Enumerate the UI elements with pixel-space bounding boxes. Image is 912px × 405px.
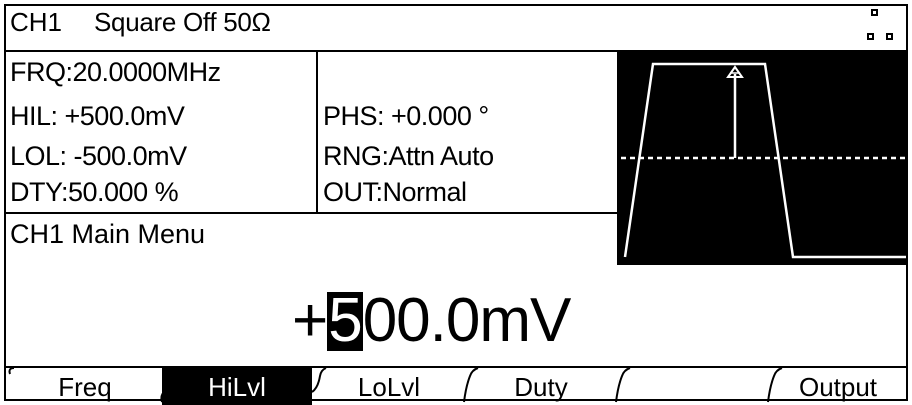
value-entry[interactable]: +500.0mV bbox=[292, 290, 571, 352]
low-level-readout[interactable]: LOL: -500.0mV bbox=[10, 143, 187, 170]
output-mode-readout[interactable]: OUT:Normal bbox=[323, 179, 467, 206]
menu-title: CH1 Main Menu bbox=[10, 219, 206, 249]
params-divider bbox=[4, 212, 619, 214]
frequency-readout[interactable]: FRQ:20.0000MHz bbox=[10, 59, 221, 86]
edit-cursor-digit[interactable]: 5 bbox=[327, 290, 363, 351]
softkey-separators bbox=[8, 367, 783, 403]
header-divider bbox=[4, 50, 619, 52]
value-sign: + bbox=[292, 286, 328, 355]
value-remainder: 00.0mV bbox=[362, 286, 572, 355]
waveform-preview bbox=[617, 50, 908, 265]
waveform-trace bbox=[623, 62, 906, 259]
channel-label: CH1 bbox=[10, 7, 63, 37]
param-column-divider bbox=[316, 50, 318, 213]
square-wave-icon bbox=[621, 62, 906, 259]
range-readout[interactable]: RNG:Attn Auto bbox=[323, 143, 494, 170]
channel-status: Square Off 50Ω bbox=[94, 7, 271, 37]
high-level-readout[interactable]: HIL: +500.0mV bbox=[10, 103, 185, 130]
phase-readout[interactable]: PHS: +0.000 ° bbox=[323, 103, 489, 130]
duty-readout[interactable]: DTY:50.000 % bbox=[10, 179, 179, 206]
